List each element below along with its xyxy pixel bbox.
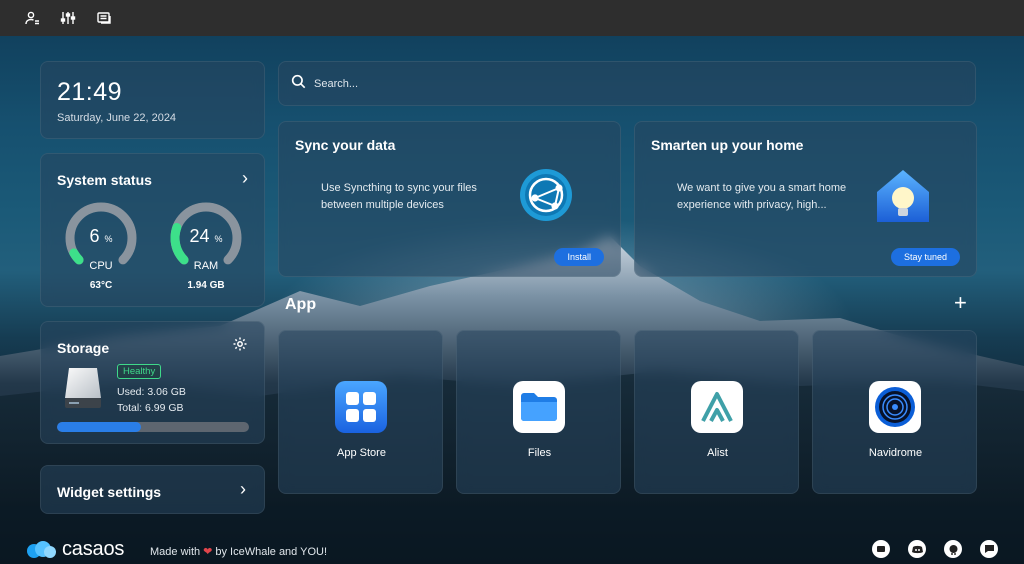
smart-home-icon bbox=[873, 166, 933, 226]
chat-icon[interactable] bbox=[980, 540, 998, 558]
install-button[interactable]: Install bbox=[554, 248, 604, 266]
discord-icon[interactable] bbox=[908, 540, 926, 558]
storage-total: Total: 6.99 GB bbox=[117, 402, 184, 414]
chevron-right-icon: › bbox=[240, 479, 246, 499]
cpu-temperature: 63°C bbox=[89, 280, 113, 291]
stay-tuned-button[interactable]: Stay tuned bbox=[890, 248, 960, 266]
storage-title: Storage bbox=[57, 340, 110, 356]
ram-gauge: 24 % RAM 1.94 GB bbox=[168, 200, 244, 291]
storage-widget: Storage Healthy Used: 3.06 GB Total: 6.9… bbox=[40, 321, 265, 444]
promo-description: Use Syncthing to sync your files between… bbox=[321, 182, 477, 211]
screen-icon[interactable] bbox=[94, 8, 114, 28]
footer: casaos Made with ❤ by IceWhale and YOU! bbox=[0, 532, 1024, 564]
logo-text: casaos bbox=[62, 538, 125, 560]
top-bar bbox=[0, 0, 1024, 36]
clock-widget: 21:49 Saturday, June 22, 2024 bbox=[40, 61, 265, 139]
folder-icon bbox=[513, 381, 565, 433]
chevron-right-icon[interactable]: › bbox=[242, 168, 248, 189]
app-name: App Store bbox=[337, 447, 386, 459]
github-icon[interactable] bbox=[944, 540, 962, 558]
promo-title: Sync your data bbox=[295, 137, 396, 153]
sliders-icon[interactable] bbox=[58, 8, 78, 28]
status-badge: Healthy bbox=[117, 364, 162, 379]
cloud-logo-icon bbox=[27, 540, 56, 558]
app-tile-navidrome[interactable]: Navidrome bbox=[812, 330, 977, 494]
gear-icon[interactable] bbox=[232, 336, 248, 352]
app-name: Navidrome bbox=[868, 447, 923, 459]
search-icon bbox=[291, 74, 306, 94]
clock-date: Saturday, June 22, 2024 bbox=[57, 112, 177, 124]
cpu-value: 6 % bbox=[89, 226, 113, 246]
cpu-label: CPU bbox=[89, 260, 113, 272]
search-bar[interactable] bbox=[278, 61, 976, 106]
storage-used: Used: 3.06 GB bbox=[117, 386, 186, 398]
app-tile-app-store[interactable]: App Store bbox=[278, 330, 443, 494]
promo-card-sync: Sync your data Use Syncthing to sync you… bbox=[278, 121, 621, 277]
widget-settings-label: Widget settings bbox=[57, 484, 162, 500]
ram-label: RAM bbox=[193, 260, 219, 272]
app-tile-alist[interactable]: Alist bbox=[634, 330, 799, 494]
app-name: Alist bbox=[707, 447, 728, 459]
app-name: Files bbox=[527, 447, 552, 459]
cpu-gauge: 6 % CPU 63°C bbox=[63, 200, 139, 291]
casaos-logo[interactable]: casaos bbox=[26, 538, 124, 561]
add-app-icon[interactable]: + bbox=[954, 290, 967, 316]
syncthing-icon bbox=[519, 168, 573, 222]
promo-card-smart-home: Smarten up your home We want to give you… bbox=[634, 121, 977, 277]
search-input[interactable] bbox=[314, 77, 914, 90]
clock-time: 21:49 bbox=[57, 78, 123, 106]
app-store-icon bbox=[335, 381, 387, 433]
promo-description: We want to give you a smart home experie… bbox=[677, 182, 847, 211]
footer-links bbox=[872, 540, 998, 558]
storage-progress-bar bbox=[57, 422, 249, 432]
ram-value: 24 % bbox=[189, 226, 223, 246]
navidrome-icon bbox=[869, 381, 921, 433]
system-status-widget: System status › 6 % CPU 63°C 24 % RAM 1.… bbox=[40, 153, 265, 307]
system-status-title: System status bbox=[57, 172, 152, 188]
storage-progress-fill bbox=[57, 422, 142, 432]
user-settings-icon[interactable] bbox=[22, 8, 42, 28]
app-section-title: App bbox=[285, 296, 317, 313]
widget-settings-button[interactable]: Widget settings › bbox=[40, 465, 265, 514]
made-with-text: Made with ❤ by IceWhale and YOU! bbox=[150, 545, 328, 559]
promo-title: Smarten up your home bbox=[651, 137, 804, 153]
gauge-fill bbox=[69, 248, 84, 265]
feedback-icon[interactable] bbox=[872, 540, 890, 558]
hard-disk-icon bbox=[63, 366, 103, 410]
heart-icon: ❤ bbox=[203, 546, 213, 558]
alist-icon bbox=[691, 381, 743, 433]
app-tile-files[interactable]: Files bbox=[456, 330, 621, 494]
ram-used: 1.94 GB bbox=[187, 280, 225, 291]
